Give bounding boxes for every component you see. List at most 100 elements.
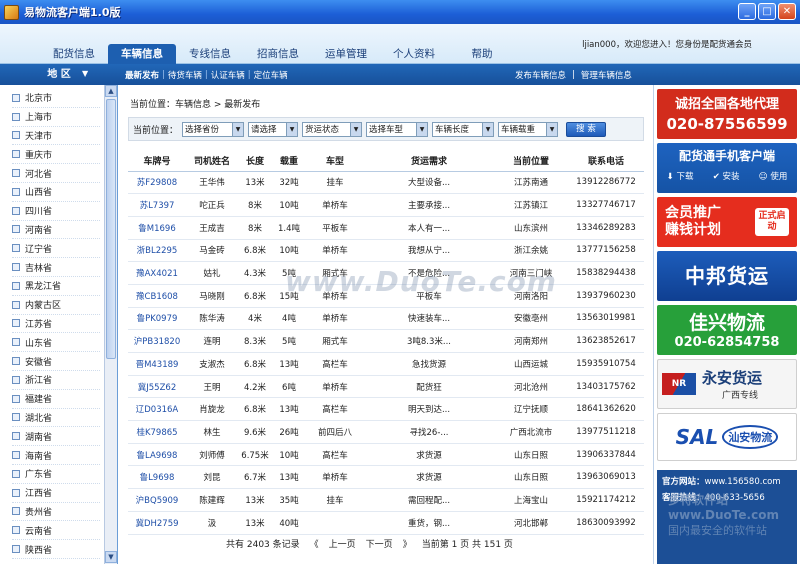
table-row[interactable]: 桂K79865 林生 9.6米 26吨 前四后八 寻找26-... 广西北流市 1397751… <box>128 420 644 444</box>
table-row[interactable]: 浙BL2295 马金砖 6.8米 10吨 单桥车 我想从宁... 浙江余姚 137771562… <box>128 239 644 263</box>
table-row[interactable]: 沪BQ5909 陈建辉 13米 35吨 挂车 需回程配... 上海宝山 15921174212 <box>128 488 644 512</box>
region-item[interactable]: 黑龙江省 <box>12 277 100 296</box>
scroll-thumb[interactable] <box>106 99 116 359</box>
region-item[interactable]: 江苏省 <box>12 315 100 334</box>
cell-plate[interactable]: 豫CB1608 <box>128 284 186 308</box>
checkbox-icon[interactable] <box>12 319 20 328</box>
link-publish-vehicle[interactable]: 发布车辆信息 <box>512 69 569 81</box>
cell-plate[interactable]: 苏L7397 <box>128 193 186 217</box>
first-page-button[interactable]: 《 <box>310 537 319 550</box>
province-select[interactable]: 选择省份 ▼ <box>182 121 245 137</box>
checkbox-icon[interactable] <box>12 432 20 441</box>
vehicle-length-select[interactable]: 车辆长度 ▼ <box>432 121 495 137</box>
cell-plate[interactable]: 辽D0316A <box>128 397 186 422</box>
maximize-button[interactable]: □ <box>758 3 776 20</box>
ad-jiaxing[interactable]: 佳兴物流 020-62854758 <box>657 305 797 355</box>
tab-profile[interactable]: 个人资料 <box>380 44 448 64</box>
vehicle-load-select[interactable]: 车辆载重 ▼ <box>498 121 559 137</box>
checkbox-icon[interactable] <box>12 225 20 234</box>
checkbox-icon[interactable] <box>12 93 20 102</box>
link-located[interactable]: 定位车辆 <box>251 69 291 81</box>
region-item[interactable]: 山西省 <box>12 183 100 202</box>
sidebar-scrollbar[interactable]: ▲ ▼ <box>104 85 117 564</box>
region-item[interactable]: 陕西省 <box>12 540 100 559</box>
tab-peihuo[interactable]: 配货信息 <box>40 44 108 64</box>
checkbox-icon[interactable] <box>12 206 20 215</box>
last-page-button[interactable]: 》 <box>403 537 412 550</box>
region-item[interactable]: 湖北省 <box>12 409 100 428</box>
table-row[interactable]: 鲁LA9698 刘师傅 6.75米 10吨 高栏车 求货源 山东日照 13906337844 <box>128 443 644 467</box>
checkbox-icon[interactable] <box>12 469 20 478</box>
tab-zhuanxian[interactable]: 专线信息 <box>176 44 244 64</box>
table-row[interactable]: 鲁L9698 刘昆 6.7米 13吨 单桥车 求货源 山东日照 13963069013 <box>128 465 644 490</box>
region-item[interactable]: 江西省 <box>12 484 100 503</box>
cell-plate[interactable]: 桂K79865 <box>128 420 186 444</box>
ad-zhongbang[interactable]: 中邦货运 <box>657 251 797 301</box>
table-row[interactable]: 辽D0316A 肖旋龙 6.8米 13吨 高栏车 明天到达... 辽宁抚顺 186413626… <box>128 397 644 422</box>
table-row[interactable]: 冀DH2759 汲 13米 40吨 重货，钢... 河北邯郸 18630093992 <box>128 511 644 535</box>
chevron-down-icon[interactable]: ▼ <box>82 69 88 78</box>
checkbox-icon[interactable] <box>12 526 20 535</box>
region-item[interactable]: 广东省 <box>12 465 100 484</box>
cell-plate[interactable]: 冀DH2759 <box>128 511 186 535</box>
ad-yongan[interactable]: NR 永安货运 广西专线 <box>657 359 797 409</box>
vehicle-type-select[interactable]: 选择车型 ▼ <box>366 121 429 137</box>
checkbox-icon[interactable] <box>12 545 20 554</box>
region-item[interactable]: 天津市 <box>12 127 100 146</box>
region-item[interactable]: 四川省 <box>12 202 100 221</box>
region-item[interactable]: 河北省 <box>12 164 100 183</box>
checkbox-icon[interactable] <box>12 263 20 272</box>
tab-zhaoshang[interactable]: 招商信息 <box>244 44 312 64</box>
cell-plate[interactable]: 鲁M1696 <box>128 216 186 240</box>
cell-plate[interactable]: 豫AX4021 <box>128 261 186 285</box>
checkbox-icon[interactable] <box>12 300 20 309</box>
table-row[interactable]: 鲁M1696 王成吉 8米 1.4吨 平板车 本人有一... 山东滨州 13346289283 <box>128 216 644 240</box>
region-item[interactable]: 内蒙古区 <box>12 296 100 315</box>
table-row[interactable]: 沪PB31820 连明 8.3米 5吨 厢式车 3吨8.3米... 河南郑州 13623852… <box>128 329 644 353</box>
checkbox-icon[interactable] <box>12 150 20 159</box>
region-item[interactable]: 安徽省 <box>12 352 100 371</box>
cell-plate[interactable]: 鲁PK0979 <box>128 307 186 331</box>
cell-plate[interactable]: 苏F29808 <box>128 171 186 195</box>
close-button[interactable]: ✕ <box>778 3 796 20</box>
region-item[interactable]: 重庆市 <box>12 145 100 165</box>
tab-help[interactable]: 帮助 <box>448 44 516 64</box>
cell-plate[interactable]: 沪PB31820 <box>128 329 186 353</box>
prev-page-button[interactable]: 上一页 <box>329 537 356 550</box>
checkbox-icon[interactable] <box>12 281 20 290</box>
link-latest[interactable]: 最新发布 <box>122 69 162 81</box>
region-item[interactable]: 云南省 <box>12 521 100 541</box>
minimize-button[interactable]: _ <box>738 3 756 20</box>
tab-yundan[interactable]: 运单管理 <box>312 44 380 64</box>
checkbox-icon[interactable] <box>12 394 20 403</box>
cell-plate[interactable]: 晋M43189 <box>128 352 186 376</box>
checkbox-icon[interactable] <box>12 413 20 422</box>
region-item[interactable]: 山东省 <box>12 333 100 353</box>
checkbox-icon[interactable] <box>12 375 20 384</box>
cell-plate[interactable]: 沪BQ5909 <box>128 488 186 512</box>
checkbox-icon[interactable] <box>12 131 20 140</box>
checkbox-icon[interactable] <box>12 187 20 196</box>
table-row[interactable]: 鲁PK0979 陈华涛 4米 4吨 单桥车 快速装车... 安徽亳州 13563019981 <box>128 307 644 331</box>
table-row[interactable]: 苏F29808 王华伟 13米 32吨 挂车 大型设备... 江苏南通 13912286772 <box>128 171 644 195</box>
cell-plate[interactable]: 鲁L9698 <box>128 465 186 490</box>
cell-plate[interactable]: 浙BL2295 <box>128 239 186 263</box>
region-item[interactable]: 辽宁省 <box>12 239 100 259</box>
cell-plate[interactable]: 冀J55Z62 <box>128 375 186 399</box>
cell-plate[interactable]: 鲁LA9698 <box>128 443 186 467</box>
ad-member-promo[interactable]: 会员推广 赚钱计划 正式启动 <box>657 197 797 247</box>
region-item[interactable]: 上海市 <box>12 108 100 127</box>
link-certified[interactable]: 认证车辆 <box>208 69 248 81</box>
status-select[interactable]: 货运状态 ▼ <box>302 121 363 137</box>
ad-mobile-client[interactable]: 配货通手机客户端 ⬇ 下载 ✔ 安装 ☺ 使用 <box>657 143 797 193</box>
region-item[interactable]: 福建省 <box>12 390 100 409</box>
region-item[interactable]: 北京市 <box>12 89 100 108</box>
checkbox-icon[interactable] <box>12 169 20 178</box>
table-row[interactable]: 冀J55Z62 王明 4.2米 6吨 单桥车 配货狂 河北沧州 13403175762 <box>128 375 644 399</box>
checkbox-icon[interactable] <box>12 244 20 253</box>
link-manage-vehicle[interactable]: 管理车辆信息 <box>578 69 635 81</box>
ad-shanan[interactable]: SAL 汕安物流 <box>657 413 797 461</box>
checkbox-icon[interactable] <box>12 451 20 460</box>
tab-cheliang[interactable]: 车辆信息 <box>108 44 176 64</box>
search-button[interactable]: 搜 索 <box>566 121 607 137</box>
